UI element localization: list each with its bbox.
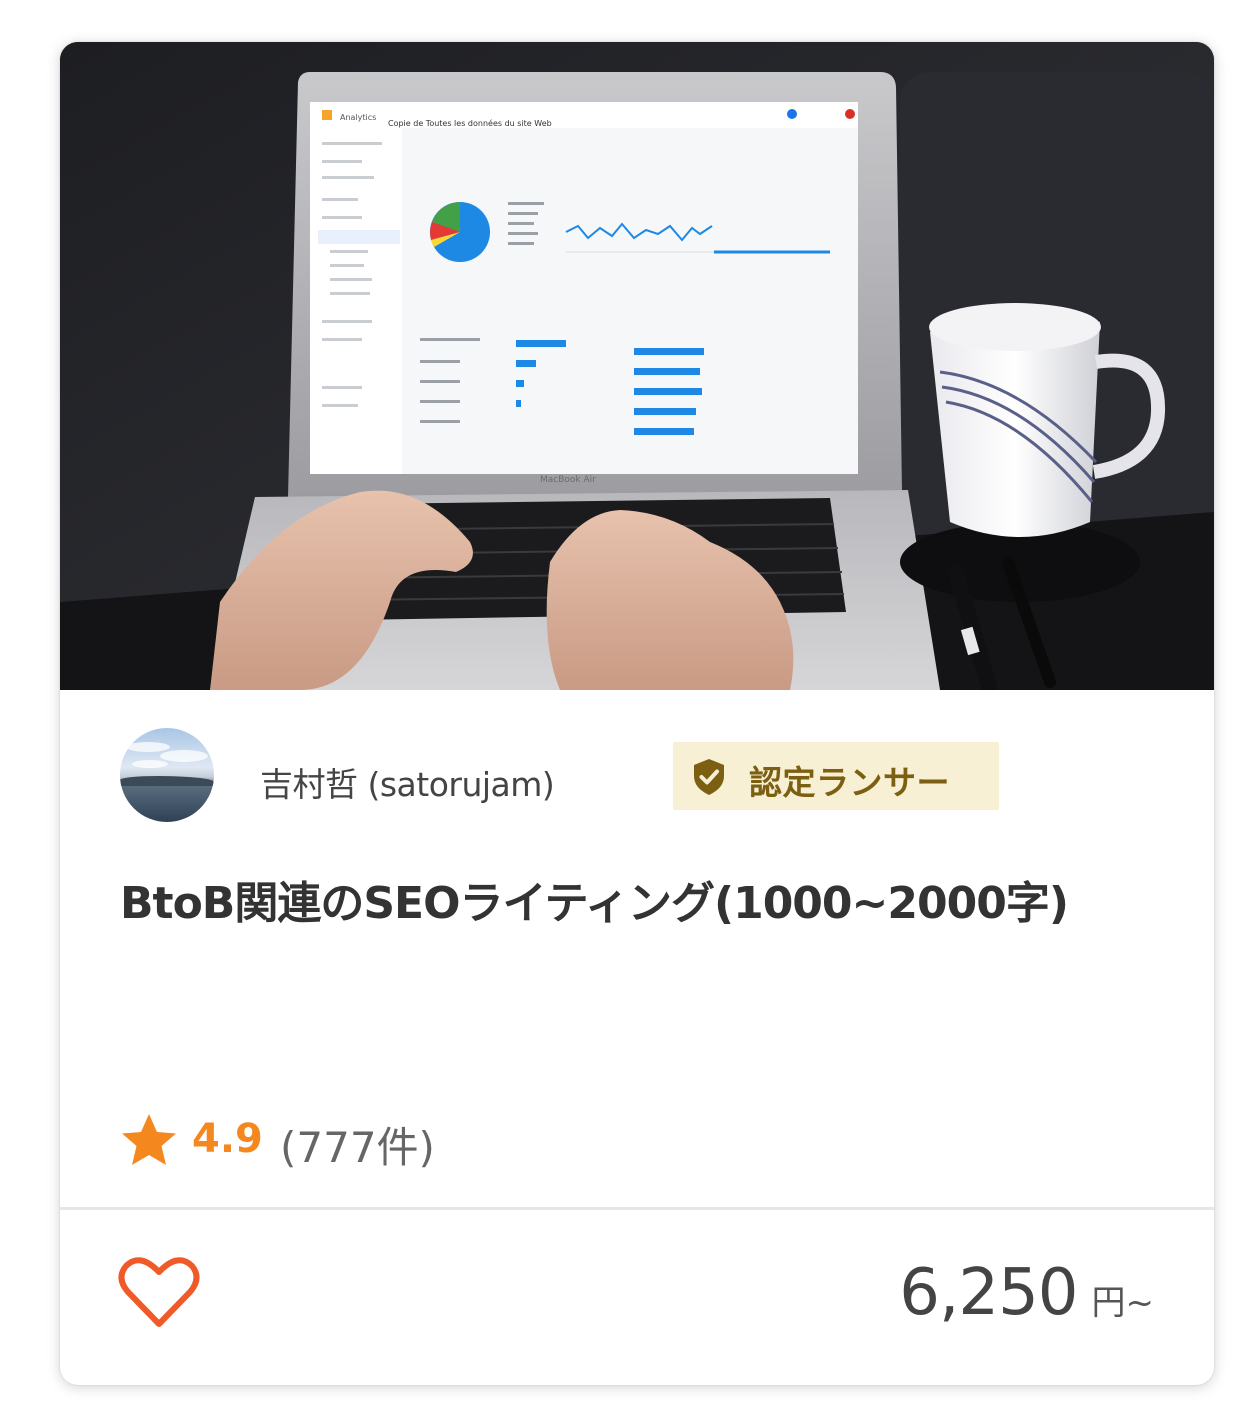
review-count: (777件) bbox=[280, 1123, 435, 1172]
certified-lancer-badge: 認定ランサー bbox=[673, 742, 999, 810]
price-amount: 6,250 bbox=[899, 1256, 1078, 1330]
svg-text:Copie de Toutes les données du: Copie de Toutes les données du site Web bbox=[388, 118, 552, 128]
star-icon bbox=[122, 1114, 176, 1165]
svg-text:MacBook Air: MacBook Air bbox=[540, 475, 596, 485]
seller-name[interactable]: 吉村哲 (satorujam) bbox=[260, 758, 555, 806]
seller-row: 吉村哲 (satorujam) 認定ランサー bbox=[120, 728, 1120, 824]
heart-outline-icon[interactable] bbox=[118, 1256, 200, 1330]
rating-score: 4.9 bbox=[192, 1116, 263, 1162]
seller-avatar[interactable] bbox=[120, 728, 214, 822]
price: 6,250 円~ bbox=[899, 1256, 1154, 1336]
service-thumbnail[interactable]: Analytics Copie de Toutes les données du… bbox=[60, 42, 1214, 690]
rating: 4.9 (777件) bbox=[120, 1110, 720, 1172]
thumbnail-photo: Analytics Copie de Toutes les données du… bbox=[60, 42, 1214, 690]
shield-check-icon bbox=[694, 759, 724, 795]
card-divider bbox=[60, 1207, 1214, 1210]
price-unit: 円~ bbox=[1091, 1283, 1155, 1323]
svg-text:Analytics: Analytics bbox=[340, 113, 376, 122]
service-title[interactable]: BtoB関連のSEOライティング(1000~2000字) bbox=[120, 860, 1150, 948]
service-card[interactable]: Analytics Copie de Toutes les données du… bbox=[60, 42, 1214, 1385]
badge-label: 認定ランサー bbox=[749, 763, 950, 802]
